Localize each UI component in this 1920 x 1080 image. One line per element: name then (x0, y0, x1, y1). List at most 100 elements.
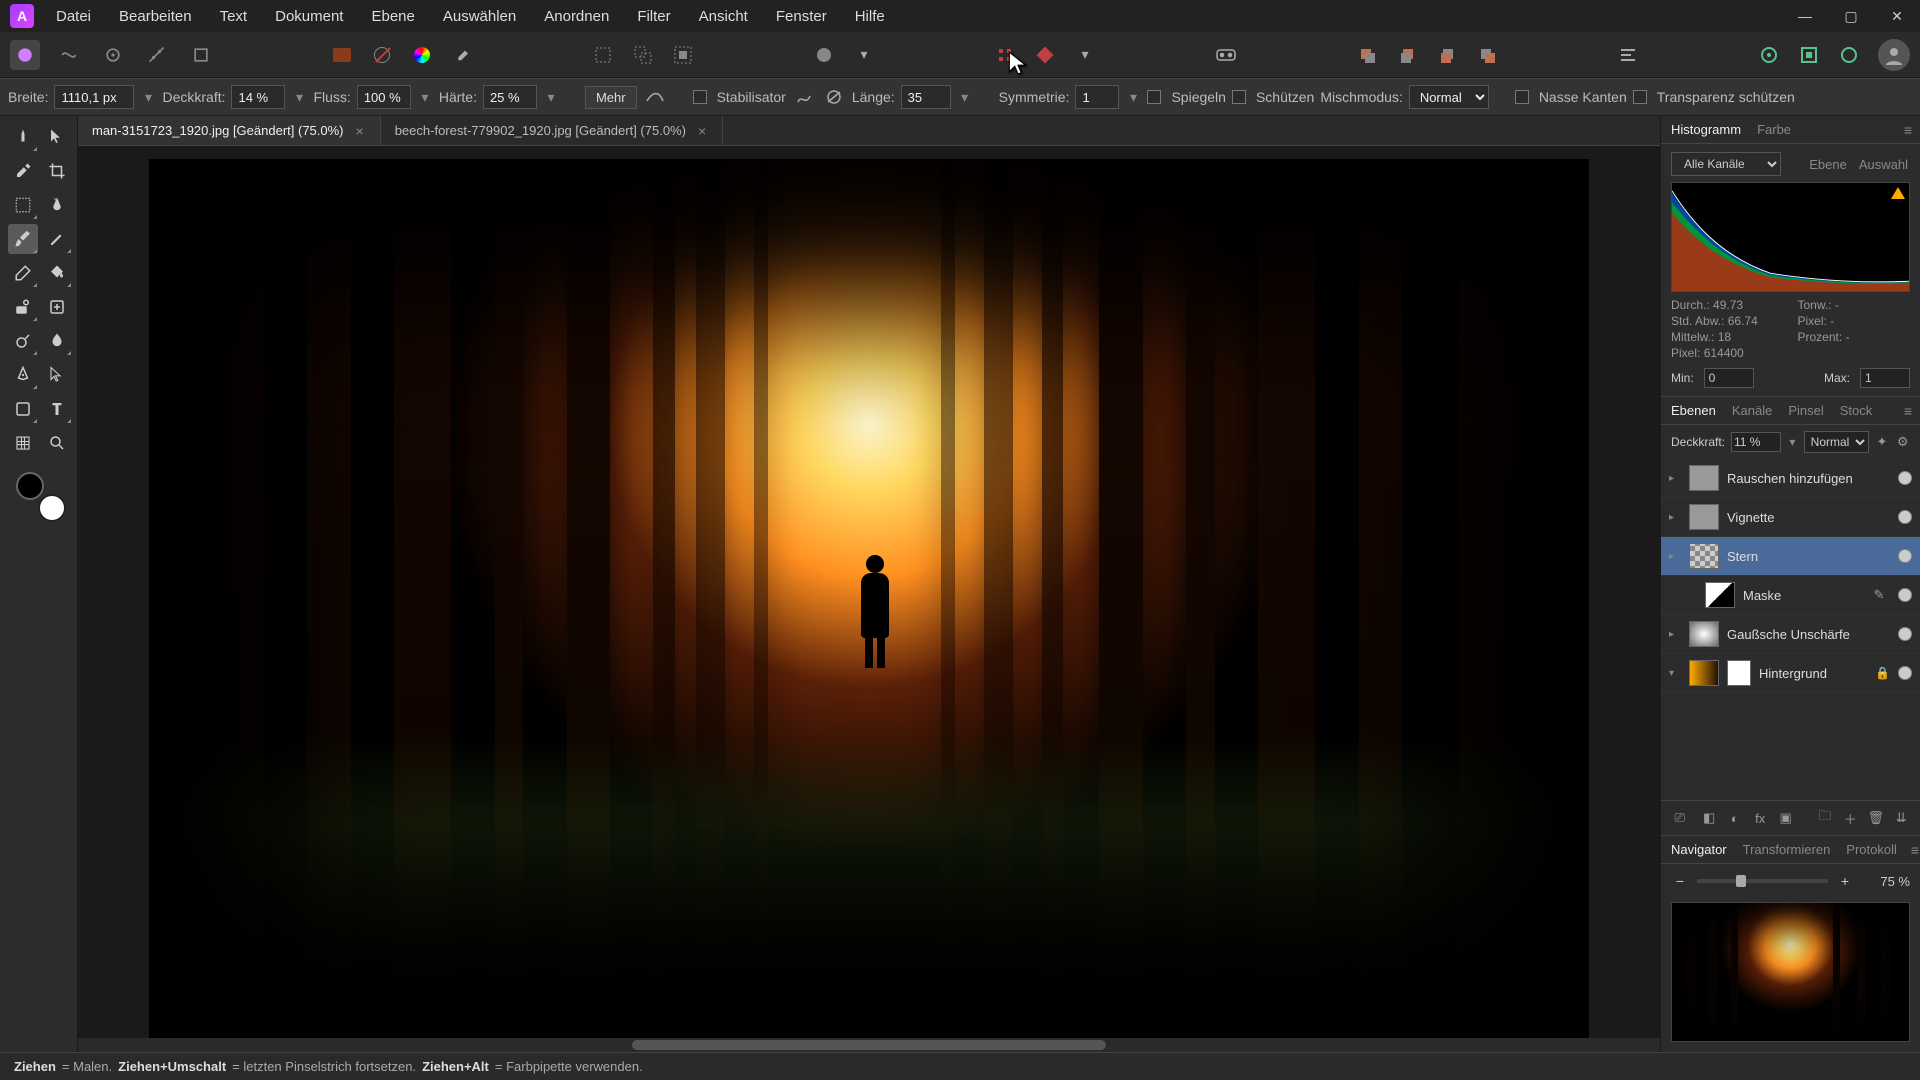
protect-checkbox[interactable] (1232, 90, 1246, 104)
opacity-input[interactable] (231, 85, 285, 109)
lock-icon[interactable]: 🔒 (1875, 666, 1890, 680)
swatch-none-icon[interactable] (367, 40, 397, 70)
smudge-tool[interactable] (42, 326, 72, 356)
paint-brush-tool[interactable] (8, 224, 38, 254)
layer-row[interactable]: ▸Stern (1661, 537, 1920, 576)
zoom-slider[interactable] (1697, 879, 1828, 883)
tab-history[interactable]: Protokoll (1844, 838, 1899, 861)
maximize-button[interactable]: ▢ (1828, 0, 1874, 32)
pixel-tool[interactable] (42, 224, 72, 254)
visibility-toggle[interactable] (1898, 627, 1912, 641)
navigator-thumbnail[interactable] (1671, 902, 1910, 1042)
mesh-warp-tool[interactable] (8, 428, 38, 458)
hardness-input[interactable] (483, 85, 537, 109)
text-tool[interactable] (42, 394, 72, 424)
pen-tool[interactable] (8, 360, 38, 390)
visibility-toggle[interactable] (1898, 549, 1912, 563)
layer-opacity-input[interactable] (1731, 432, 1781, 452)
merge-icon[interactable]: ⇊ (1891, 807, 1912, 829)
dropdown-icon[interactable]: ▾ (543, 89, 559, 106)
expand-icon[interactable]: ▸ (1669, 629, 1681, 640)
select-add-icon[interactable] (628, 40, 658, 70)
tab-transform[interactable]: Transformieren (1741, 838, 1833, 861)
layer-fx-icon[interactable]: ✦ (1875, 431, 1890, 453)
menu-edit[interactable]: Bearbeiten (107, 4, 204, 29)
delete-layer-icon[interactable]: 🗑 (1865, 807, 1886, 829)
rope-stabilizer-icon[interactable] (792, 85, 816, 109)
minimize-button[interactable]: — (1782, 0, 1828, 32)
window-stabilizer-icon[interactable] (822, 85, 846, 109)
panel-menu-icon[interactable]: ≡ (1911, 842, 1919, 858)
menu-layer[interactable]: Ebene (359, 4, 426, 29)
color-swatches[interactable] (16, 472, 66, 522)
move-tool[interactable] (42, 122, 72, 152)
select-sub-icon[interactable] (668, 40, 698, 70)
doc-tab-2[interactable]: beech-forest-779902_1920.jpg [Geändert] … (381, 116, 723, 145)
erase-tool[interactable] (8, 258, 38, 288)
crop-to-canvas-icon[interactable]: ▣ (1775, 807, 1796, 829)
visibility-toggle[interactable] (1898, 471, 1912, 485)
menu-window[interactable]: Fenster (764, 4, 839, 29)
inpainting-tool[interactable] (42, 292, 72, 322)
more-button[interactable]: Mehr (585, 86, 637, 109)
blend-select[interactable]: Normal (1409, 85, 1489, 109)
layer-row[interactable]: Maske✎ (1661, 576, 1920, 615)
target-layer-icon[interactable] (1754, 40, 1784, 70)
protect-alpha-checkbox[interactable] (1633, 90, 1647, 104)
menu-help[interactable]: Hilfe (843, 4, 897, 29)
color-picker-tool[interactable] (8, 156, 38, 186)
swatch-color-icon[interactable] (407, 40, 437, 70)
layer-row[interactable]: ▸Vignette (1661, 498, 1920, 537)
zoom-out-button[interactable]: − (1671, 872, 1689, 890)
persona-liquify[interactable] (54, 40, 84, 70)
close-icon[interactable]: × (696, 123, 708, 139)
foreground-color-swatch[interactable] (16, 472, 44, 500)
wet-edges-checkbox[interactable] (1515, 90, 1529, 104)
stabilizer-checkbox[interactable] (693, 90, 707, 104)
shape-tool[interactable] (8, 394, 38, 424)
layer-row[interactable]: ▾Hintergrund🔒 (1661, 654, 1920, 693)
zoom-tool[interactable] (42, 428, 72, 458)
horizontal-scrollbar[interactable] (78, 1038, 1660, 1052)
histo-scope-selection[interactable]: Auswahl (1857, 153, 1910, 176)
selection-brush-tool[interactable] (8, 190, 38, 220)
view-tool[interactable] (8, 122, 38, 152)
assistant-icon[interactable] (1211, 40, 1241, 70)
expand-icon[interactable]: ▾ (1669, 668, 1681, 679)
edit-all-layers-icon[interactable]: ⎚ (1669, 807, 1690, 829)
menu-select[interactable]: Auswählen (431, 4, 528, 29)
picker-icon[interactable] (447, 40, 477, 70)
chevron-down-icon[interactable]: ▾ (849, 40, 879, 70)
length-input[interactable] (901, 85, 951, 109)
dropdown-icon[interactable]: ▾ (957, 89, 973, 106)
width-input[interactable] (54, 85, 134, 109)
dropdown-icon[interactable]: ▾ (1125, 89, 1141, 106)
menu-document[interactable]: Dokument (263, 4, 355, 29)
histo-scope-layer[interactable]: Ebene (1807, 153, 1849, 176)
tab-brushes[interactable]: Pinsel (1786, 399, 1825, 422)
symmetry-input[interactable] (1075, 85, 1119, 109)
pressure-size-icon[interactable] (643, 85, 667, 109)
background-color-swatch[interactable] (38, 494, 66, 522)
panel-menu-icon[interactable]: ≡ (1904, 122, 1912, 138)
flow-input[interactable] (357, 85, 411, 109)
persona-tone[interactable] (142, 40, 172, 70)
node-tool[interactable] (42, 360, 72, 390)
persona-photo[interactable] (10, 40, 40, 70)
tab-channels[interactable]: Kanäle (1730, 399, 1774, 422)
menu-text[interactable]: Text (208, 4, 260, 29)
snapping-menu-icon[interactable] (1030, 40, 1060, 70)
tab-histogram[interactable]: Histogramm (1669, 118, 1743, 141)
flood-select-tool[interactable] (42, 190, 72, 220)
insert-behind-icon[interactable] (1834, 40, 1864, 70)
menu-view[interactable]: Ansicht (687, 4, 760, 29)
visibility-toggle[interactable] (1898, 510, 1912, 524)
swatch-foreground-icon[interactable] (327, 40, 357, 70)
dropdown-icon[interactable]: ▾ (291, 89, 307, 106)
group-icon[interactable]: 🗀 (1814, 807, 1835, 829)
layer-blend-select[interactable]: Normal (1804, 431, 1869, 453)
fx-icon[interactable]: fx (1749, 807, 1770, 829)
close-button[interactable]: ✕ (1874, 0, 1920, 32)
persona-export[interactable] (186, 40, 216, 70)
crop-tool[interactable] (42, 156, 72, 186)
